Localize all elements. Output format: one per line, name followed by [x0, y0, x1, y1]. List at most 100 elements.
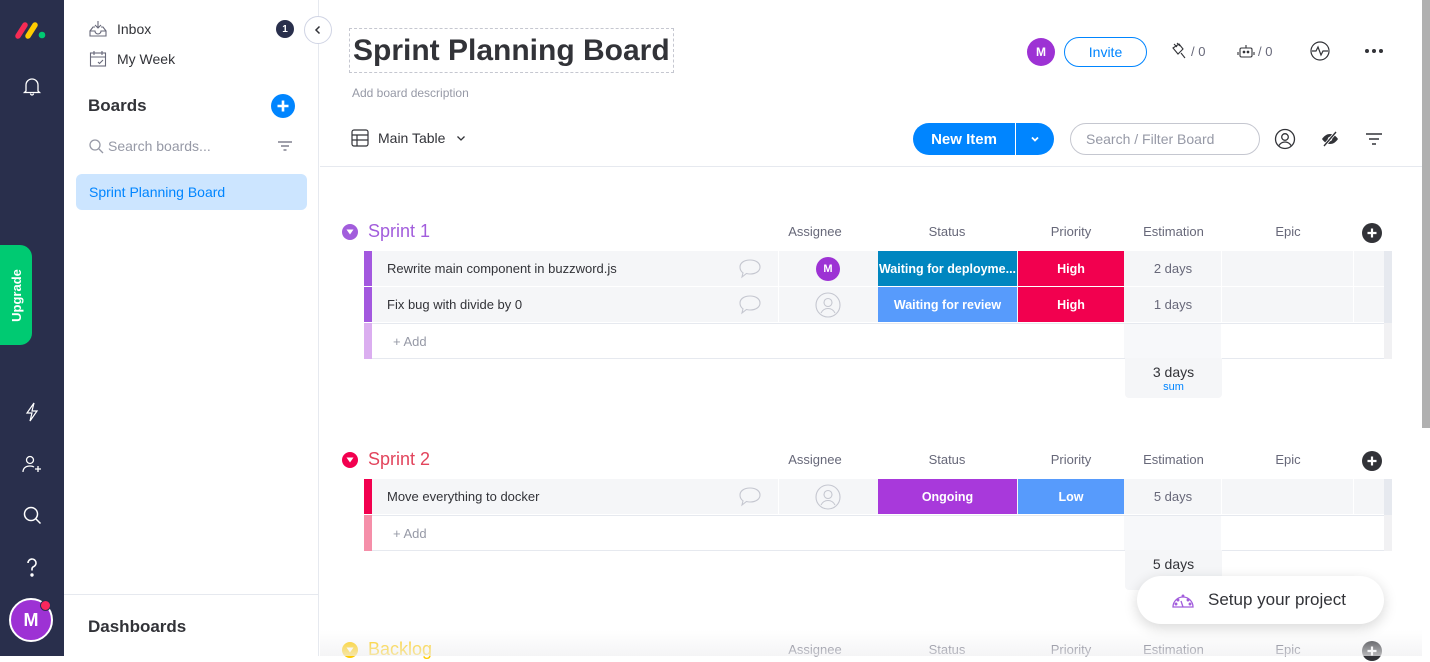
inbox-icon	[88, 19, 108, 39]
chevron-down-icon[interactable]	[455, 132, 467, 144]
group-title[interactable]: Sprint 1	[368, 221, 430, 242]
sidebar-item-my-week[interactable]: My Week	[88, 49, 175, 69]
empty-assignee-icon	[815, 483, 841, 510]
upgrade-label: Upgrade	[8, 268, 24, 322]
estimation-sum-label[interactable]: sum	[1125, 381, 1222, 393]
board-description[interactable]: Add board description	[352, 86, 469, 100]
row-color-bar	[364, 479, 372, 514]
hide-columns-icon[interactable]	[1319, 128, 1341, 150]
column-header-status[interactable]: Status	[877, 224, 1017, 239]
dashboards-title[interactable]: Dashboards	[88, 617, 186, 637]
group-collapse-toggle[interactable]	[342, 224, 358, 240]
upgrade-button[interactable]: Upgrade	[0, 245, 32, 345]
item-name[interactable]: Rewrite main component in buzzword.js	[387, 261, 617, 276]
comment-icon[interactable]	[738, 486, 762, 508]
plus-icon	[277, 100, 289, 112]
help-icon[interactable]	[20, 555, 44, 579]
search-icon[interactable]	[20, 503, 44, 527]
activity-icon[interactable]	[1309, 40, 1331, 62]
estimation-sum-value: 3 days	[1152, 364, 1195, 380]
calendar-icon	[88, 49, 108, 69]
item-name[interactable]: Move everything to docker	[387, 489, 539, 504]
automations-button[interactable]: / 0	[1237, 42, 1272, 60]
assignee-cell[interactable]	[779, 479, 877, 514]
epic-cell[interactable]	[1222, 479, 1353, 514]
scrollbar-thumb[interactable]	[1422, 0, 1430, 428]
column-header-priority[interactable]: Priority	[1018, 224, 1124, 239]
person-filter-icon[interactable]	[1274, 128, 1296, 150]
table-row[interactable]: Move everything to docker Ongoing Low 5 …	[364, 479, 1392, 515]
sidebar: Inbox 1 My Week Boards Search boards... …	[64, 0, 332, 656]
sidebar-item-inbox[interactable]: Inbox	[88, 19, 151, 39]
column-header-estimation[interactable]: Estimation	[1125, 224, 1222, 239]
column-header-epic[interactable]: Epic	[1222, 224, 1354, 239]
assignee-cell[interactable]: M	[779, 251, 877, 286]
column-header-assignee[interactable]: Assignee	[775, 452, 855, 467]
row-end-cap	[1384, 251, 1392, 287]
add-item-row[interactable]: + Add	[364, 515, 1392, 551]
add-item-input[interactable]: + Add	[393, 334, 427, 349]
filter-icon[interactable]	[277, 139, 293, 153]
view-tab-main-table[interactable]: Main Table	[350, 128, 467, 148]
plus-icon	[1367, 228, 1377, 238]
invite-button[interactable]: Invite	[1064, 37, 1147, 67]
table-row[interactable]: Rewrite main component in buzzword.js M …	[364, 251, 1392, 287]
new-item-dropdown-button[interactable]	[1015, 123, 1054, 155]
estimation-cell[interactable]: 1 days	[1125, 287, 1221, 322]
plug-icon	[1170, 42, 1188, 60]
priority-cell[interactable]: Low	[1018, 479, 1124, 514]
setup-project-button[interactable]: Setup your project	[1137, 576, 1384, 624]
table-row[interactable]: Fix bug with divide by 0 Waiting for rev…	[364, 287, 1392, 323]
group-title[interactable]: Sprint 2	[368, 449, 430, 470]
priority-cell[interactable]: High	[1018, 251, 1124, 286]
add-column-button[interactable]	[1362, 451, 1382, 471]
epic-cell[interactable]	[1222, 287, 1353, 322]
board-member-avatar[interactable]: M	[1027, 38, 1055, 66]
column-header-estimation[interactable]: Estimation	[1125, 452, 1222, 467]
status-cell[interactable]: Waiting for review	[878, 287, 1017, 322]
search-boards-input[interactable]: Search boards...	[88, 135, 293, 157]
add-item-row[interactable]: + Add	[364, 323, 1392, 359]
search-filter-board-input[interactable]: Search / Filter Board	[1070, 123, 1260, 155]
bell-icon[interactable]	[20, 74, 44, 98]
estimation-cell[interactable]: 2 days	[1125, 251, 1221, 286]
new-item-split-button: New Item	[913, 123, 1054, 155]
estimation-cell[interactable]: 5 days	[1125, 479, 1221, 514]
sidebar-board-sprint-planning[interactable]: Sprint Planning Board	[76, 174, 307, 210]
group-collapse-toggle[interactable]	[342, 452, 358, 468]
assignee-cell[interactable]	[779, 287, 877, 322]
comment-icon[interactable]	[738, 258, 762, 280]
status-cell[interactable]: Ongoing	[878, 479, 1017, 514]
epic-cell[interactable]	[1222, 251, 1353, 286]
comment-icon[interactable]	[738, 294, 762, 316]
caret-down-icon	[346, 229, 354, 235]
add-item-input[interactable]: + Add	[393, 526, 427, 541]
board-main: Sprint Planning Board Add board descript…	[320, 0, 1430, 661]
integrations-button[interactable]: / 0	[1170, 42, 1205, 60]
search-filter-placeholder: Search / Filter Board	[1086, 131, 1215, 147]
priority-cell[interactable]: High	[1018, 287, 1124, 322]
sort-filter-icon[interactable]	[1363, 128, 1385, 150]
vertical-scrollbar[interactable]	[1422, 0, 1430, 656]
column-header-epic[interactable]: Epic	[1222, 452, 1354, 467]
monday-logo[interactable]	[14, 20, 48, 40]
empty-assignee-icon	[815, 291, 841, 318]
column-header-assignee[interactable]: Assignee	[775, 224, 855, 239]
status-cell[interactable]: Waiting for deployme...	[878, 251, 1017, 286]
add-board-button[interactable]	[271, 94, 295, 118]
lightning-icon[interactable]	[20, 400, 44, 424]
invite-user-icon[interactable]	[20, 452, 44, 476]
new-item-button[interactable]: New Item	[913, 123, 1015, 155]
collapse-sidebar-button[interactable]	[304, 16, 332, 44]
column-header-priority[interactable]: Priority	[1018, 452, 1124, 467]
search-boards-placeholder: Search boards...	[108, 138, 211, 154]
group-header: Sprint 1 Assignee Status Priority Estima…	[342, 220, 1402, 244]
cell-divider	[1353, 479, 1354, 514]
add-column-button[interactable]	[1362, 223, 1382, 243]
estimation-sum-value: 5 days	[1152, 556, 1195, 572]
board-title[interactable]: Sprint Planning Board	[349, 28, 674, 73]
board-label: Sprint Planning Board	[89, 184, 226, 200]
more-options-icon[interactable]	[1363, 40, 1385, 62]
column-header-status[interactable]: Status	[877, 452, 1017, 467]
item-name[interactable]: Fix bug with divide by 0	[387, 297, 522, 312]
